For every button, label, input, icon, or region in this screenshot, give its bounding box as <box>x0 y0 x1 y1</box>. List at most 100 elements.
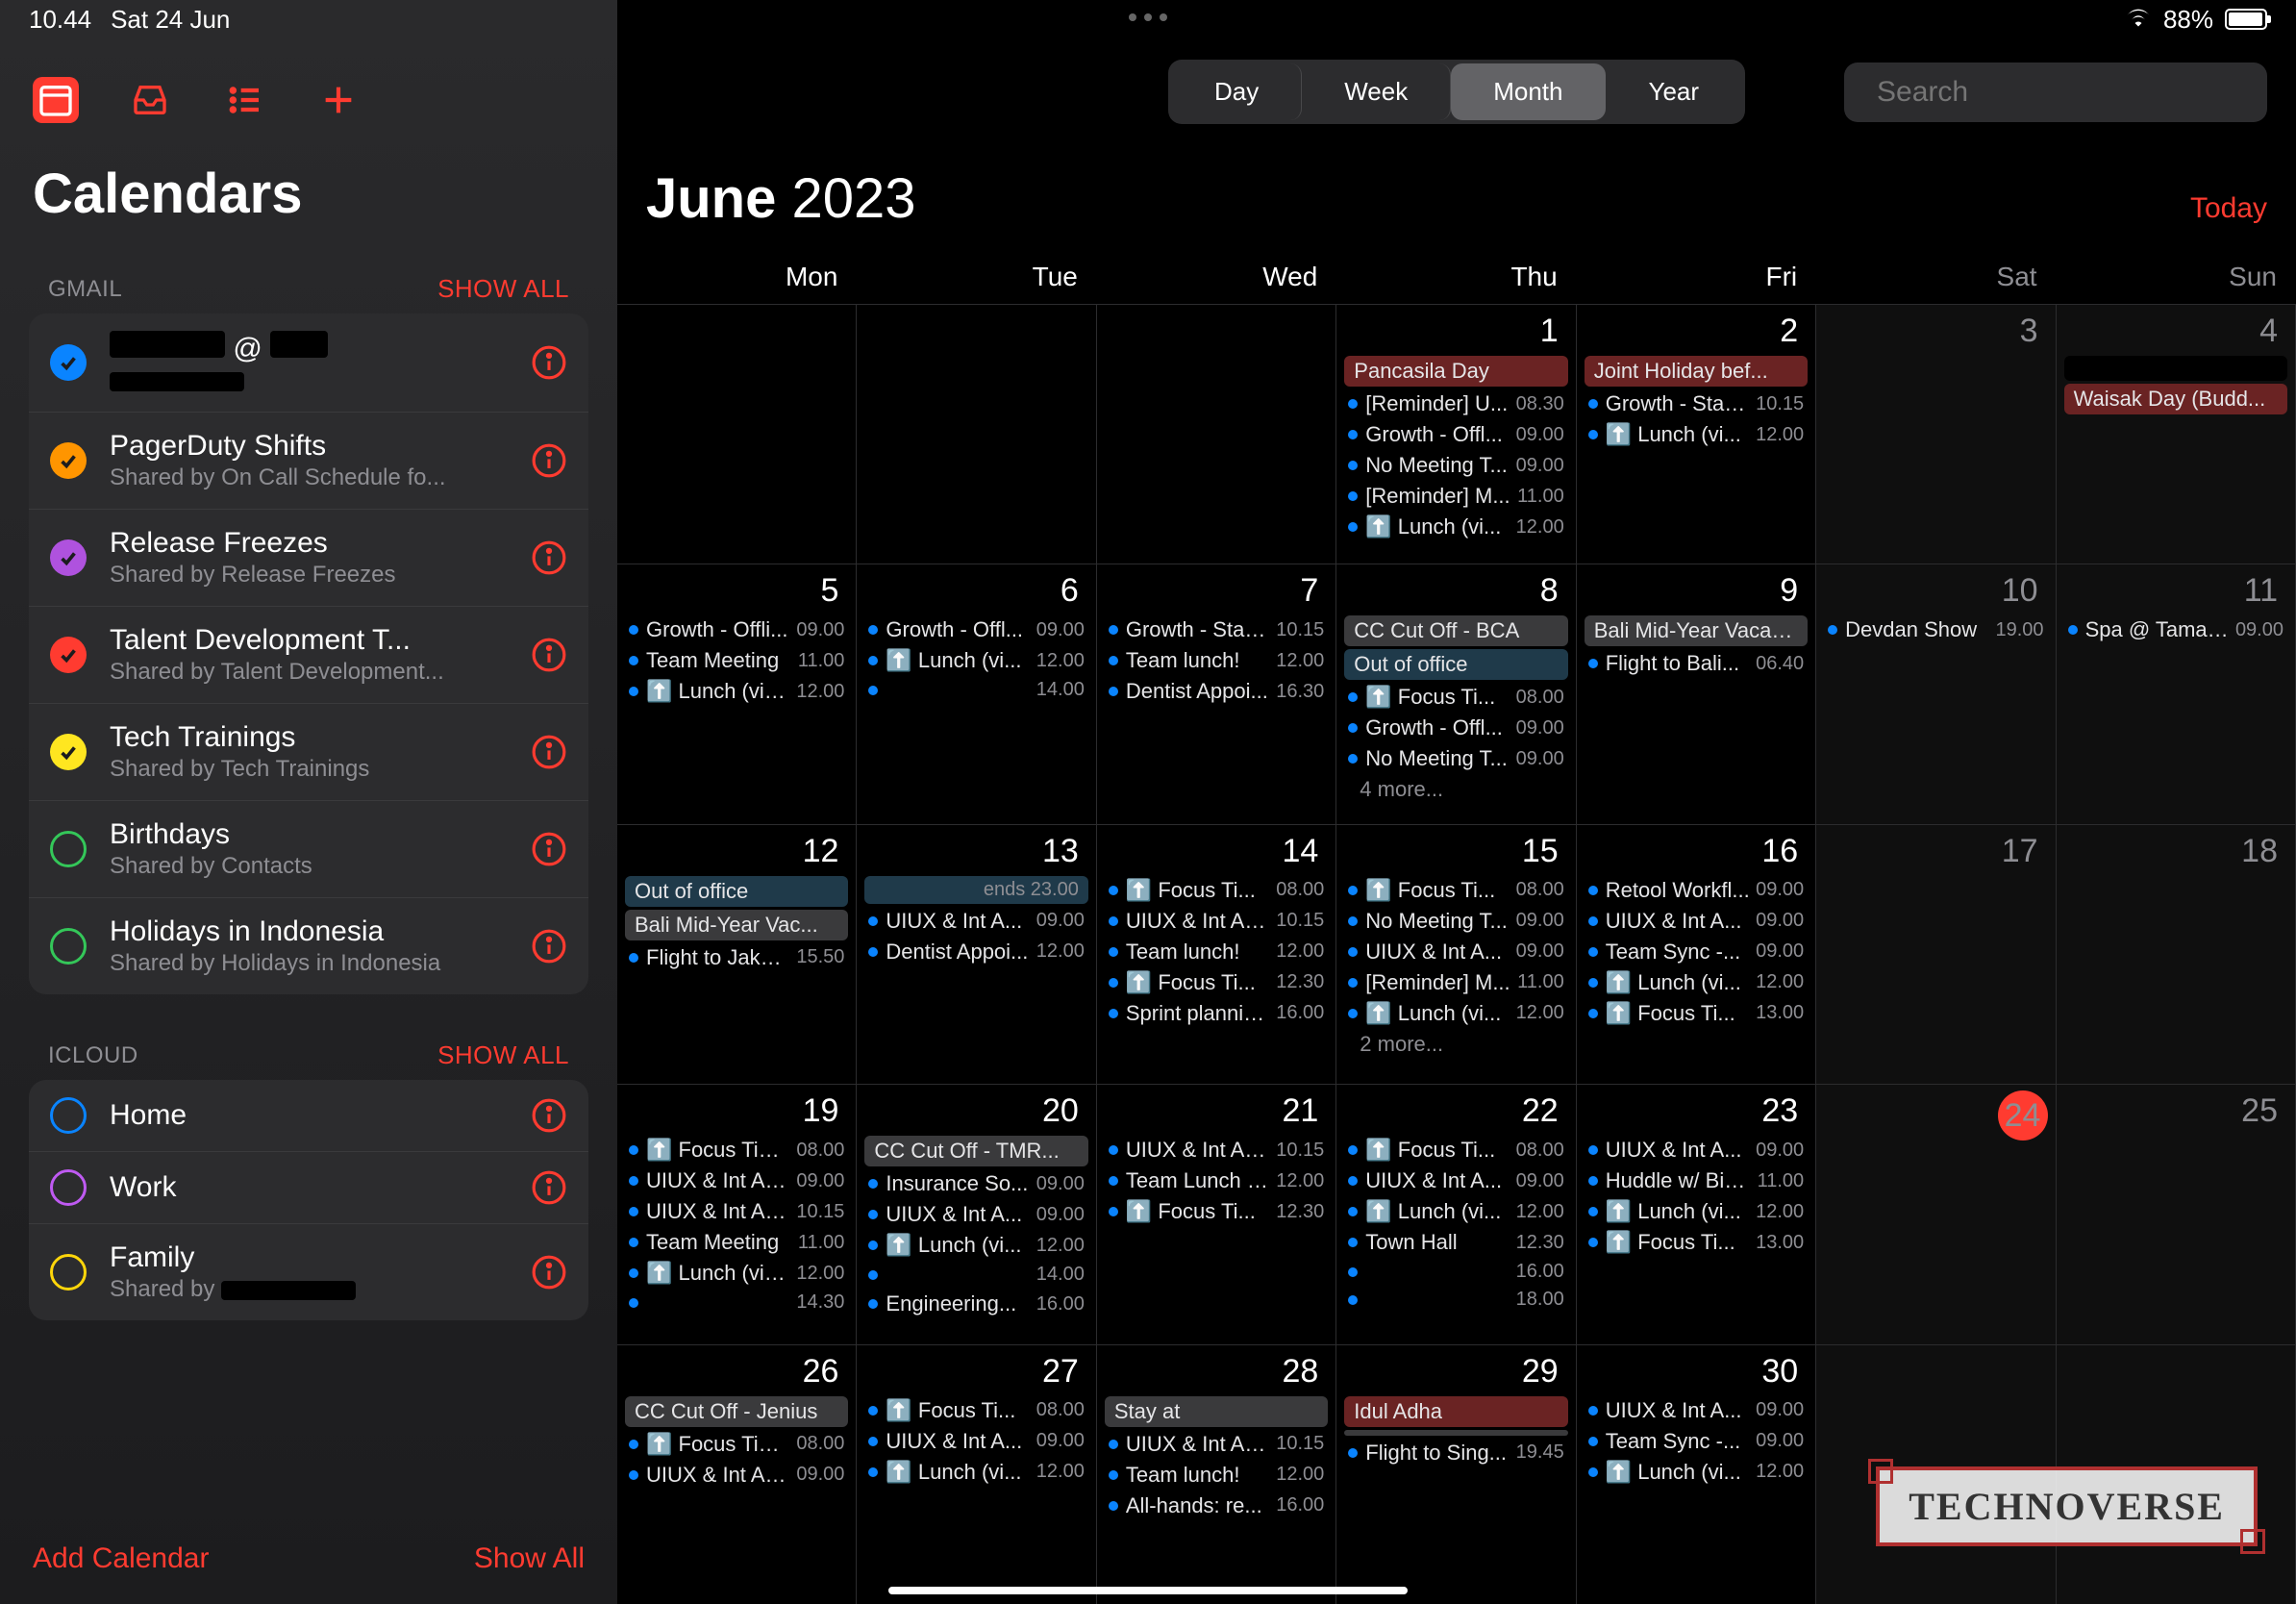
event-row[interactable]: ⬆️ Focus Ti...13.00 <box>1585 999 1808 1028</box>
event-row[interactable]: UIUX & Int A...09.00 <box>1585 1136 1808 1165</box>
event-bar[interactable]: Out of office <box>1344 649 1567 680</box>
event-row[interactable]: UIUX & Int A...09.00 <box>1344 1166 1567 1195</box>
day-cell[interactable]: 26CC Cut Off - Jenius⬆️ Focus Tim...08.0… <box>617 1344 857 1604</box>
info-icon[interactable] <box>531 637 567 673</box>
event-row[interactable]: Growth - Offl...09.00 <box>1344 714 1567 742</box>
day-cell[interactable]: 17 <box>1816 824 2056 1084</box>
event-row[interactable]: UIUX & Int AP...09.00 <box>625 1461 848 1490</box>
info-icon[interactable] <box>531 1254 567 1291</box>
event-row[interactable]: Dentist Appoi...16.30 <box>1105 677 1328 706</box>
event-row[interactable]: Sprint plannin...16.00 <box>1105 999 1328 1028</box>
event-row[interactable]: 18.00 <box>1344 1287 1567 1313</box>
day-cell[interactable]: 18 <box>2057 824 2296 1084</box>
calendar-item[interactable]: PagerDuty ShiftsShared by On Call Schedu… <box>29 413 588 510</box>
calendar-checkbox[interactable] <box>50 928 87 965</box>
event-row[interactable]: UIUX & Int A...09.00 <box>864 907 1087 936</box>
event-bar[interactable] <box>1344 1430 1567 1436</box>
event-row[interactable]: Flight to Sing...19.45 <box>1344 1439 1567 1467</box>
event-row[interactable]: Devdan Show19.00 <box>1824 615 2047 644</box>
calendar-item[interactable]: Holidays in IndonesiaShared by Holidays … <box>29 898 588 994</box>
event-row[interactable]: Engineering...16.00 <box>864 1290 1087 1318</box>
event-row[interactable]: ⬆️ Focus Ti...08.00 <box>1344 683 1567 712</box>
event-bar[interactable]: Stay at <box>1105 1396 1328 1427</box>
event-row[interactable]: ⬆️ Lunch (vi...12.00 <box>1344 1197 1567 1226</box>
event-row[interactable]: No Meeting T...09.00 <box>1344 744 1567 773</box>
calendar-checkbox[interactable] <box>50 831 87 867</box>
event-row[interactable]: ⬆️ Lunch (vi...12.00 <box>1585 420 1808 449</box>
event-row[interactable]: UIUX & Int A...09.00 <box>1585 907 1808 936</box>
day-cell[interactable]: 19⬆️ Focus Tim...08.00UIUX & Int AP...09… <box>617 1084 857 1343</box>
event-bar[interactable]: Bali Mid-Year Vac... <box>625 910 848 940</box>
event-row[interactable]: Team lunch!12.00 <box>1105 1461 1328 1490</box>
event-row[interactable]: Team Meeting11.00 <box>625 1228 848 1257</box>
segment-year[interactable]: Year <box>1606 63 1741 120</box>
day-cell[interactable]: 13ends 23.00UIUX & Int A...09.00Dentist … <box>857 824 1096 1084</box>
event-row[interactable]: ⬆️ Focus Ti...08.00 <box>1105 876 1328 905</box>
day-cell[interactable]: 2Joint Holiday bef...Growth - Stan...10.… <box>1577 304 1816 564</box>
calendar-item[interactable]: Release FreezesShared by Release Freezes <box>29 510 588 607</box>
event-bar[interactable]: Joint Holiday bef... <box>1585 356 1808 387</box>
day-cell[interactable]: 11Spa @ Taman...09.00 <box>2057 564 2296 823</box>
event-row[interactable]: UIUX & Int A...09.00 <box>864 1200 1087 1229</box>
event-row[interactable]: UIUX & Int A...09.00 <box>1585 1396 1808 1425</box>
event-row[interactable]: Retool Workfl...09.00 <box>1585 876 1808 905</box>
calendar-checkbox[interactable] <box>50 1254 87 1291</box>
calendar-checkbox[interactable] <box>50 442 87 479</box>
calendar-view-button[interactable] <box>33 77 79 123</box>
day-cell[interactable]: 14⬆️ Focus Ti...08.00UIUX & Int AP...10.… <box>1097 824 1336 1084</box>
event-row[interactable]: ⬆️ Focus Ti...12.30 <box>1105 968 1328 997</box>
event-bar[interactable]: Out of office <box>625 876 848 907</box>
day-cell[interactable]: 12Out of officeBali Mid-Year Vac...Fligh… <box>617 824 857 1084</box>
calendar-item[interactable]: Work <box>29 1152 588 1224</box>
day-cell[interactable]: 27⬆️ Focus Ti...08.00UIUX & Int A...09.0… <box>857 1344 1096 1604</box>
calendar-item[interactable]: @ <box>29 313 588 413</box>
event-row[interactable]: ⬆️ Focus Tim...08.00 <box>625 1136 848 1165</box>
day-cell[interactable]: 10Devdan Show19.00 <box>1816 564 2056 823</box>
day-cell[interactable] <box>617 304 857 564</box>
event-row[interactable]: [Reminder] U...08.30 <box>1344 389 1567 418</box>
show-all-button[interactable]: Show All <box>474 1542 585 1575</box>
info-icon[interactable] <box>531 344 567 381</box>
show-all-link[interactable]: SHOW ALL <box>437 1040 569 1070</box>
event-row[interactable]: Spa @ Taman...09.00 <box>2064 615 2287 644</box>
event-row[interactable]: Growth - Stan...10.15 <box>1105 615 1328 644</box>
calendar-checkbox[interactable] <box>50 344 87 381</box>
add-calendar-button[interactable]: Add Calendar <box>33 1542 209 1575</box>
day-cell[interactable]: 6Growth - Offl...09.00⬆️ Lunch (vi...12.… <box>857 564 1096 823</box>
day-cell[interactable]: 9Bali Mid-Year VacationFlight to Bali...… <box>1577 564 1816 823</box>
event-row[interactable]: Growth - Offl...09.00 <box>864 615 1087 644</box>
day-cell[interactable]: 16Retool Workfl...09.00UIUX & Int A...09… <box>1577 824 1816 1084</box>
event-row[interactable]: ⬆️ Lunch (vi...12.00 <box>1585 1197 1808 1226</box>
event-row[interactable]: Growth - Stan...10.15 <box>1585 389 1808 418</box>
info-icon[interactable] <box>531 928 567 965</box>
event-row[interactable]: Flight to Bali...06.40 <box>1585 649 1808 678</box>
event-row[interactable]: ⬆️ Lunch (vi...12.00 <box>1585 1458 1808 1487</box>
calendar-checkbox[interactable] <box>50 1169 87 1206</box>
event-row[interactable]: Team Lunch -...12.00 <box>1105 1166 1328 1195</box>
event-row[interactable]: UIUX & Int API...10.15 <box>625 1197 848 1226</box>
event-row[interactable]: Team lunch!12.00 <box>1105 646 1328 675</box>
event-row[interactable]: UIUX & Int AP...09.00 <box>625 1166 848 1195</box>
calendar-checkbox[interactable] <box>50 637 87 673</box>
event-row[interactable]: Dentist Appoi...12.00 <box>864 938 1087 966</box>
day-cell[interactable]: 5Growth - Offli...09.00Team Meeting11.00… <box>617 564 857 823</box>
day-cell[interactable]: 30UIUX & Int A...09.00Team Sync -...09.0… <box>1577 1344 1816 1604</box>
event-row[interactable]: Insurance So...09.00 <box>864 1169 1087 1198</box>
event-row[interactable]: ⬆️ Lunch (vi...12.00 <box>864 1231 1087 1260</box>
event-bar[interactable]: Bali Mid-Year Vacation <box>1585 615 1808 646</box>
add-button[interactable] <box>315 77 362 123</box>
calendar-item[interactable]: Talent Development T...Shared by Talent … <box>29 607 588 704</box>
day-cell[interactable]: 3 <box>1816 304 2056 564</box>
event-row[interactable]: ⬆️ Lunch (via...12.00 <box>625 1259 848 1288</box>
multitask-dots-icon[interactable] <box>1129 13 1167 21</box>
event-row[interactable]: Team Sync -...09.00 <box>1585 1427 1808 1456</box>
event-row[interactable]: ⬆️ Lunch (vi...12.00 <box>1344 513 1567 541</box>
event-row[interactable]: [Reminder] M...11.00 <box>1344 482 1567 511</box>
show-all-link[interactable]: SHOW ALL <box>437 274 569 304</box>
home-indicator[interactable] <box>888 1587 1408 1594</box>
event-bar[interactable]: Waisak Day (Budd... <box>2064 384 2287 414</box>
event-row[interactable]: ⬆️ Focus Ti...13.00 <box>1585 1228 1808 1257</box>
event-row[interactable]: Huddle w/ Bin...11.00 <box>1585 1166 1808 1195</box>
calendar-checkbox[interactable] <box>50 539 87 576</box>
event-row[interactable]: 14.00 <box>864 1262 1087 1288</box>
